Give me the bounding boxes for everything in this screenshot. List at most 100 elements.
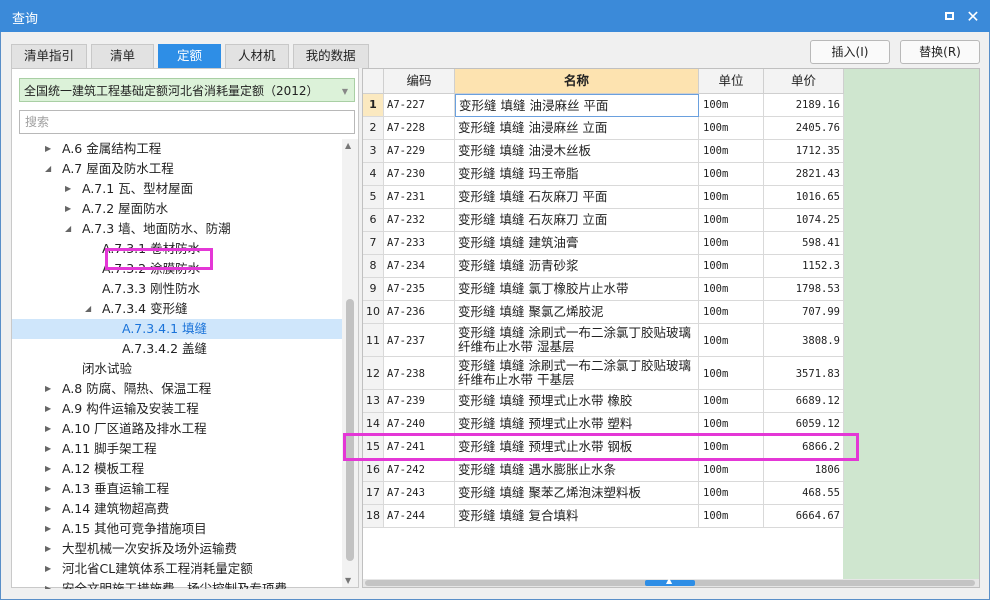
table-row[interactable]: 18 A7-244 变形缝 填缝 复合填料 100m 6664.67 bbox=[363, 505, 844, 528]
tree-item-a11[interactable]: ▶ A.11 脚手架工程 bbox=[12, 439, 342, 459]
header-code[interactable]: 编码 bbox=[384, 69, 455, 94]
close-button[interactable]: ✕ bbox=[964, 7, 982, 26]
table-row[interactable]: 5 A7-231 变形缝 填缝 石灰麻刀 平面 100m 1016.65 bbox=[363, 186, 844, 209]
maximize-button[interactable] bbox=[940, 7, 958, 25]
table-row[interactable]: 16 A7-242 变形缝 填缝 遇水膨胀止水条 100m 1806 bbox=[363, 459, 844, 482]
tab-bill-guide[interactable]: 清单指引 bbox=[11, 44, 88, 68]
expand-icon[interactable]: ▶ bbox=[45, 519, 55, 539]
table-row[interactable]: 17 A7-243 变形缝 填缝 聚苯乙烯泡沫塑料板 100m 468.55 bbox=[363, 482, 844, 505]
tree-item-a12[interactable]: ▶ A.12 模板工程 bbox=[12, 459, 342, 479]
tree-item-cl-system[interactable]: ▶ 河北省CL建筑体系工程消耗量定额 bbox=[12, 559, 342, 579]
row-index: 4 bbox=[363, 163, 384, 186]
tree-item-label: A.7.3.1 卷材防水 bbox=[102, 241, 201, 256]
table-row[interactable]: 4 A7-230 变形缝 填缝 玛王帝脂 100m 2821.43 bbox=[363, 163, 844, 186]
tree-item-a13[interactable]: ▶ A.13 垂直运输工程 bbox=[12, 479, 342, 499]
table-row[interactable]: 14 A7-240 变形缝 填缝 预埋式止水带 塑料 100m 6059.12 bbox=[363, 413, 844, 436]
header-unit[interactable]: 单位 bbox=[699, 69, 764, 94]
scrollbar-thumb[interactable] bbox=[346, 299, 354, 561]
row-unit: 100m bbox=[699, 301, 764, 324]
tree-item-water-test[interactable]: 闭水试验 bbox=[12, 359, 342, 379]
row-name: 变形缝 填缝 玛王帝脂 bbox=[455, 163, 699, 186]
row-code: A7-231 bbox=[384, 186, 455, 209]
expand-icon[interactable]: ▶ bbox=[45, 559, 55, 579]
expand-icon[interactable]: ▶ bbox=[45, 459, 55, 479]
table-row[interactable]: 15 A7-241 变形缝 填缝 预埋式止水带 钢板 100m 6866.2 bbox=[363, 436, 844, 459]
tree-item-a14[interactable]: ▶ A.14 建筑物超高费 bbox=[12, 499, 342, 519]
tree-item-a10[interactable]: ▶ A.10 厂区道路及排水工程 bbox=[12, 419, 342, 439]
tree-item-a9[interactable]: ▶ A.9 构件运输及安装工程 bbox=[12, 399, 342, 419]
row-unit: 100m bbox=[699, 505, 764, 528]
expand-icon[interactable]: ▶ bbox=[45, 419, 55, 439]
tree-item-a7-3-2[interactable]: A.7.3.2 涂膜防水 bbox=[12, 259, 342, 279]
scroll-down-icon[interactable]: ▼ bbox=[345, 576, 351, 585]
tree-item-a7-3-4[interactable]: ◢ A.7.3.4 变形缝 bbox=[12, 299, 342, 319]
row-name: 变形缝 填缝 聚氯乙烯胶泥 bbox=[455, 301, 699, 324]
tree-item-a6[interactable]: ▶ A.6 金属结构工程 bbox=[12, 139, 342, 159]
tree-scrollbar[interactable]: ▲ ▼ bbox=[342, 139, 358, 587]
tree-item-machinery[interactable]: ▶ 大型机械一次安拆及场外运输费 bbox=[12, 539, 342, 559]
expand-icon[interactable]: ▶ bbox=[45, 499, 55, 519]
row-index: 16 bbox=[363, 459, 384, 482]
table-row[interactable]: 10 A7-236 变形缝 填缝 聚氯乙烯胶泥 100m 707.99 bbox=[363, 301, 844, 324]
row-unit: 100m bbox=[699, 459, 764, 482]
table-row[interactable]: 1 A7-227 变形缝 填缝 油浸麻丝 平面 100m 2189.16 bbox=[363, 94, 844, 117]
panel-splitter-handle[interactable]: ▲ bbox=[645, 576, 695, 586]
row-index: 6 bbox=[363, 209, 384, 232]
tab-quota[interactable]: 定额 bbox=[158, 44, 222, 68]
row-index: 12 bbox=[363, 357, 384, 390]
table-row[interactable]: 12 A7-238 变形缝 填缝 涂刷式一布二涂氯丁胶贴玻璃纤维布止水带 干基层… bbox=[363, 357, 844, 390]
insert-button[interactable]: 插入(I) bbox=[810, 40, 890, 64]
table-row[interactable]: 8 A7-234 变形缝 填缝 沥青砂浆 100m 1152.3 bbox=[363, 255, 844, 278]
row-price: 707.99 bbox=[764, 301, 844, 324]
row-code: A7-229 bbox=[384, 140, 455, 163]
collapse-icon[interactable]: ◢ bbox=[85, 299, 95, 319]
tree-item-a7-3-4-1[interactable]: A.7.3.4.1 填缝 bbox=[12, 319, 342, 339]
tree-item-label: A.7.3 墙、地面防水、防潮 bbox=[82, 221, 231, 236]
row-code: A7-239 bbox=[384, 390, 455, 413]
expand-icon[interactable]: ▶ bbox=[45, 139, 55, 159]
tree-item-a7-1[interactable]: ▶ A.7.1 瓦、型材屋面 bbox=[12, 179, 342, 199]
tree-item-a15[interactable]: ▶ A.15 其他可竞争措施项目 bbox=[12, 519, 342, 539]
left-panel: 全国统一建筑工程基础定额河北省消耗量定额（2012） ▼ ▶ A.6 金属结构工… bbox=[11, 68, 359, 589]
scroll-up-icon[interactable]: ▲ bbox=[345, 141, 351, 150]
tree-item-a7-3-3[interactable]: A.7.3.3 刚性防水 bbox=[12, 279, 342, 299]
expand-icon[interactable]: ▶ bbox=[45, 479, 55, 499]
table-row[interactable]: 9 A7-235 变形缝 填缝 氯丁橡胶片止水带 100m 1798.53 bbox=[363, 278, 844, 301]
replace-button[interactable]: 替换(R) bbox=[900, 40, 980, 64]
expand-icon[interactable]: ▶ bbox=[45, 399, 55, 419]
tree-item-label: A.7.3.4 变形缝 bbox=[102, 301, 188, 316]
row-name: 变形缝 填缝 油浸麻丝 立面 bbox=[455, 117, 699, 140]
tab-my-data[interactable]: 我的数据 bbox=[292, 44, 369, 68]
row-index: 17 bbox=[363, 482, 384, 505]
expand-icon[interactable]: ▶ bbox=[65, 179, 75, 199]
expand-icon[interactable]: ▶ bbox=[45, 379, 55, 399]
tree-item-a7[interactable]: ◢ A.7 屋面及防水工程 bbox=[12, 159, 342, 179]
table-row[interactable]: 3 A7-229 变形缝 填缝 油浸木丝板 100m 1712.35 bbox=[363, 140, 844, 163]
table-row[interactable]: 11 A7-237 变形缝 填缝 涂刷式一布二涂氯丁胶贴玻璃纤维布止水带 湿基层… bbox=[363, 324, 844, 357]
tree-item-a7-2[interactable]: ▶ A.7.2 屋面防水 bbox=[12, 199, 342, 219]
header-price[interactable]: 单价 bbox=[764, 69, 844, 94]
tree-item-a7-3-4-2[interactable]: A.7.3.4.2 盖缝 bbox=[12, 339, 342, 359]
table-row[interactable]: 6 A7-232 变形缝 填缝 石灰麻刀 立面 100m 1074.25 bbox=[363, 209, 844, 232]
expand-icon[interactable]: ▶ bbox=[65, 199, 75, 219]
row-price: 6689.12 bbox=[764, 390, 844, 413]
tab-bill[interactable]: 清单 bbox=[91, 44, 155, 68]
search-input[interactable] bbox=[19, 110, 355, 134]
quota-library-select[interactable]: 全国统一建筑工程基础定额河北省消耗量定额（2012） ▼ bbox=[19, 78, 355, 102]
table-row[interactable]: 2 A7-228 变形缝 填缝 油浸麻丝 立面 100m 2405.76 bbox=[363, 117, 844, 140]
tree-item-a7-3[interactable]: ◢ A.7.3 墙、地面防水、防潮 bbox=[12, 219, 342, 239]
collapse-icon[interactable]: ◢ bbox=[65, 219, 75, 239]
row-unit: 100m bbox=[699, 163, 764, 186]
expand-icon[interactable]: ▶ bbox=[45, 579, 55, 589]
tree-item-a7-3-1[interactable]: A.7.3.1 卷材防水 bbox=[12, 239, 342, 259]
expand-icon[interactable]: ▶ bbox=[45, 539, 55, 559]
tab-labor-material-machine[interactable]: 人材机 bbox=[225, 44, 289, 68]
tree-item-label: A.7.3.4.1 填缝 bbox=[122, 321, 208, 336]
table-row[interactable]: 7 A7-233 变形缝 填缝 建筑油膏 100m 598.41 bbox=[363, 232, 844, 255]
header-name[interactable]: 名称 bbox=[455, 69, 699, 94]
table-row[interactable]: 13 A7-239 变形缝 填缝 预埋式止水带 橡胶 100m 6689.12 bbox=[363, 390, 844, 413]
expand-icon[interactable]: ▶ bbox=[45, 439, 55, 459]
tree-item-a8[interactable]: ▶ A.8 防腐、隔热、保温工程 bbox=[12, 379, 342, 399]
collapse-icon[interactable]: ◢ bbox=[45, 159, 55, 179]
tree-item-safety[interactable]: ▶ 安全文明施工措施费、扬尘控制及专项费 bbox=[12, 579, 342, 589]
